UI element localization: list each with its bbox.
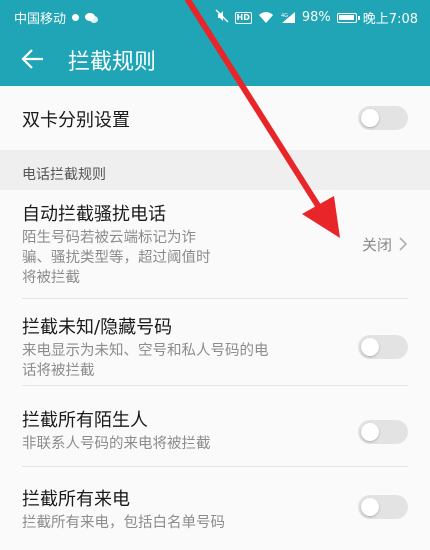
settings-row-all-calls[interactable]: 拦截所有来电 拦截所有来电，包括白名单号码 xyxy=(0,467,430,550)
clock-time: 晚上7:08 xyxy=(362,12,418,27)
row-subtitle-line2: 骗、骚扰类型等，超过阈值时 xyxy=(22,250,211,266)
row-subtitle-line1: 非联系人号码的来电将被拦截 xyxy=(22,436,211,452)
wifi-icon xyxy=(258,11,274,24)
app-bar: 拦截规则 xyxy=(0,32,430,86)
mute-icon xyxy=(215,9,229,27)
status-bar: 中国移动 HD 4G 98% 晚上7:08 xyxy=(0,0,430,32)
row-title: 拦截所有来电 xyxy=(22,489,130,510)
carrier-name: 中国移动 xyxy=(14,12,67,27)
row-subtitle-line1: 陌生号码若被云端标记为诈 xyxy=(22,230,196,246)
back-button[interactable] xyxy=(20,46,46,72)
battery-icon xyxy=(336,12,360,23)
toggle-knob xyxy=(361,498,379,516)
row-subtitle-line3: 将被拦截 xyxy=(22,270,80,286)
row-title: 自动拦截骚扰电话 xyxy=(22,204,166,225)
settings-row-strangers[interactable]: 拦截所有陌生人 非联系人号码的来电将被拦截 xyxy=(0,386,430,466)
toggle-knob xyxy=(361,423,379,441)
status-bar-right: HD 4G 98% 晚上7:08 xyxy=(215,8,418,27)
chat-icon xyxy=(85,12,99,23)
status-bar-left: 中国移动 xyxy=(14,8,99,27)
row-subtitle-line2: 话将被拦截 xyxy=(22,363,95,379)
strangers-toggle[interactable] xyxy=(358,420,408,444)
settings-row-auto-block[interactable]: 自动拦截骚扰电话 陌生号码若被云端标记为诈 骗、骚扰类型等，超过阈值时 将被拦截… xyxy=(0,190,430,298)
page-title: 拦截规则 xyxy=(68,50,157,75)
battery-percent: 98% xyxy=(301,10,331,25)
settings-row-dual-sim[interactable]: 双卡分别设置 xyxy=(0,86,430,150)
all-calls-toggle[interactable] xyxy=(358,495,408,519)
hd-badge: HD xyxy=(234,11,252,24)
section-title: 电话拦截规则 xyxy=(22,167,106,183)
settings-row-unknown-numbers[interactable]: 拦截未知/隐藏号码 来电显示为未知、空号和私人号码的电 话将被拦截 xyxy=(0,299,430,385)
signal-icon: 4G xyxy=(280,11,296,24)
row-title: 拦截未知/隐藏号码 xyxy=(22,317,173,338)
toggle-knob xyxy=(361,338,379,356)
auto-block-value: 关闭 xyxy=(361,236,392,254)
dual-sim-toggle[interactable] xyxy=(358,106,408,130)
row-title: 拦截所有陌生人 xyxy=(22,410,148,431)
chevron-right-icon xyxy=(399,237,408,251)
toggle-knob xyxy=(361,109,379,127)
notification-dot-icon xyxy=(72,14,80,21)
row-subtitle-line1: 拦截所有来电，包括白名单号码 xyxy=(22,515,225,531)
row-subtitle-line1: 来电显示为未知、空号和私人号码的电 xyxy=(22,343,269,359)
unknown-numbers-toggle[interactable] xyxy=(358,335,408,359)
row-title: 双卡分别设置 xyxy=(22,110,130,131)
arrow-left-icon xyxy=(21,49,43,69)
section-header: 电话拦截规则 xyxy=(0,150,430,190)
signal-label: 4G xyxy=(281,13,288,19)
